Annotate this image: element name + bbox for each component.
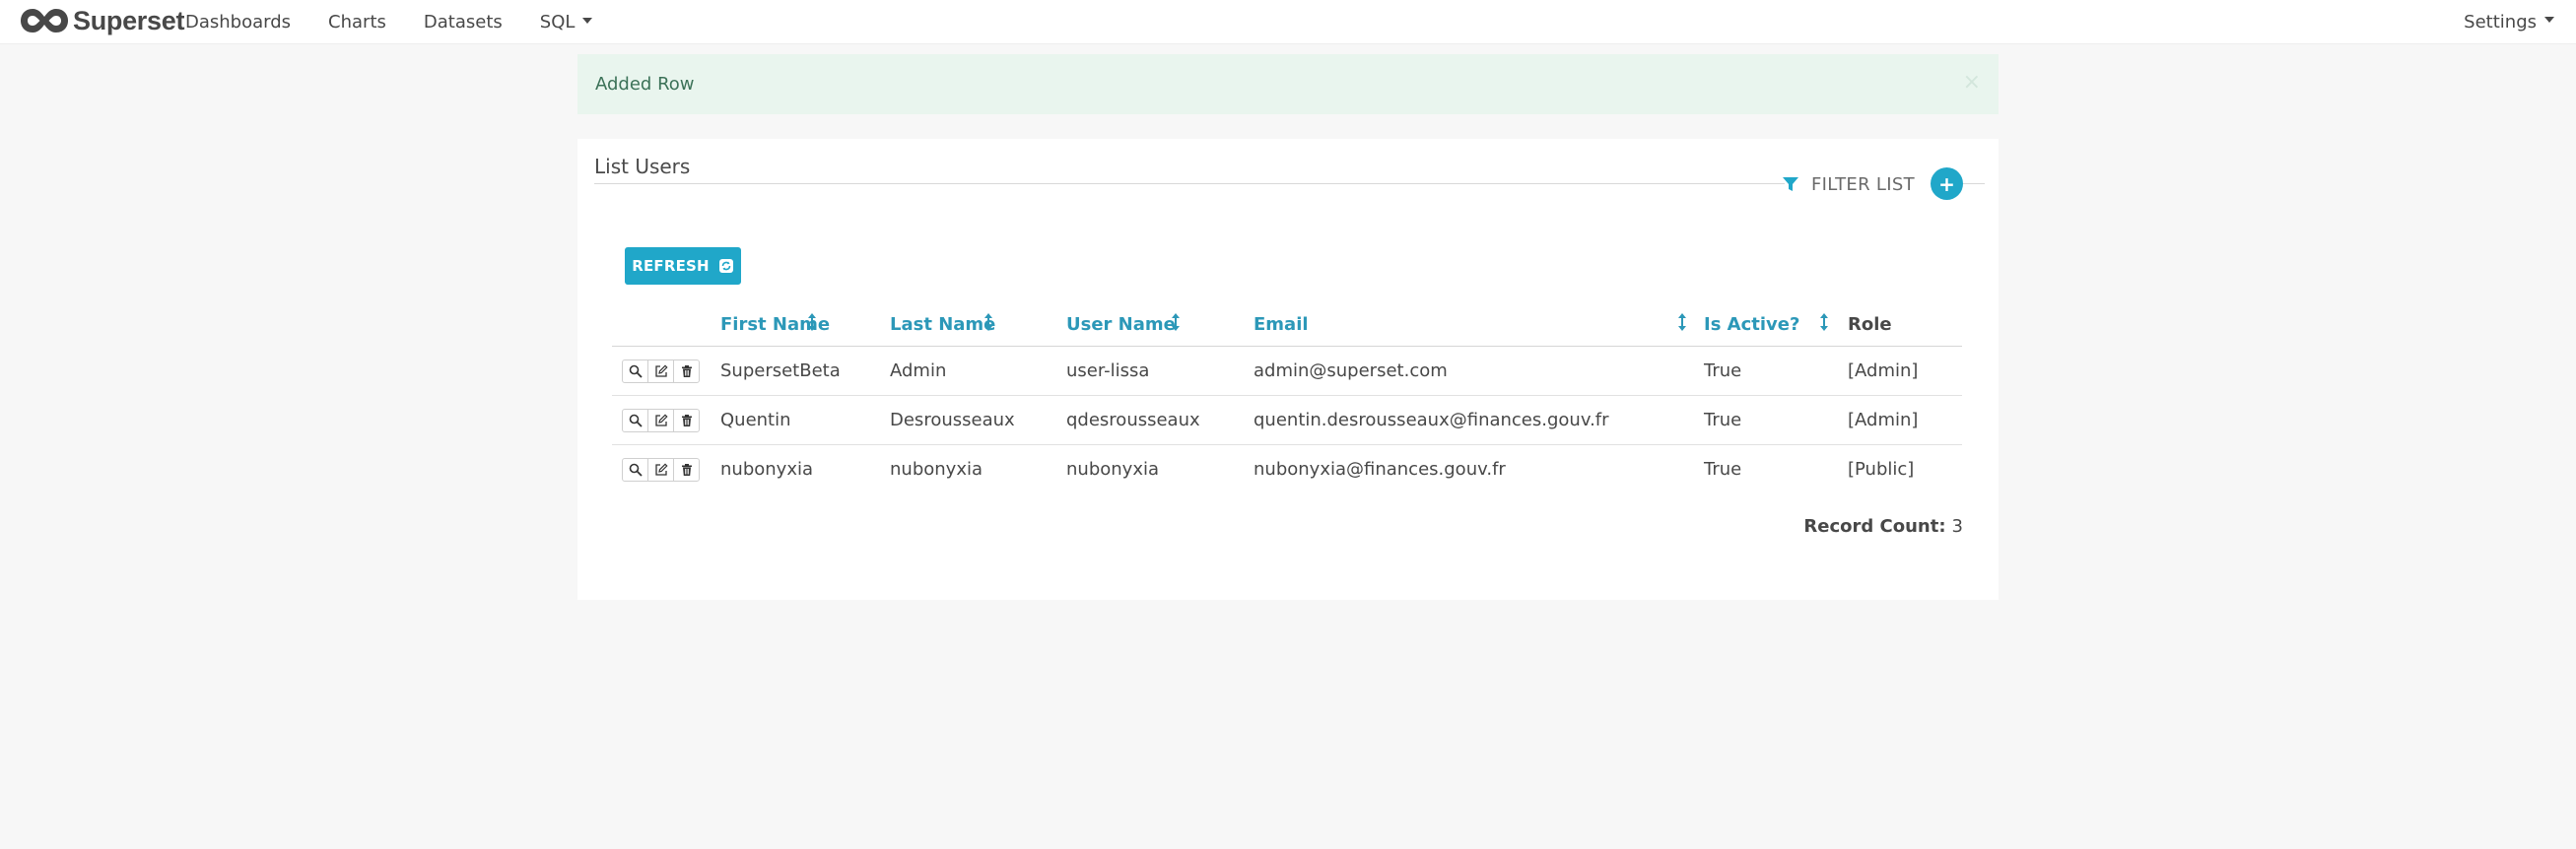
nav-sql-label: SQL — [539, 11, 576, 33]
caret-down-icon — [2544, 17, 2554, 23]
table-header-row: First Name Last Name User Name Email Is … — [612, 302, 1962, 347]
cell-role: [Admin] — [1848, 360, 1919, 381]
title-divider-end — [1963, 183, 1985, 184]
cell-first-name: nubonyxia — [720, 459, 813, 480]
column-header-email[interactable]: Email — [1254, 302, 1309, 346]
title-divider — [594, 183, 1785, 184]
brand-name: Superset — [73, 5, 185, 35]
column-header-last-name[interactable]: Last Name — [890, 302, 995, 346]
delete-record-button[interactable] — [673, 409, 700, 432]
delete-record-button[interactable] — [673, 359, 700, 383]
sort-icon[interactable] — [1819, 312, 1829, 332]
table-row: nubonyxia nubonyxia nubonyxia nubonyxia@… — [612, 445, 1962, 493]
edit-icon — [654, 463, 668, 476]
cell-is-active: True — [1704, 410, 1742, 430]
brand-link[interactable]: Superset — [19, 5, 184, 36]
trash-icon — [681, 464, 692, 476]
record-count-label: Record Count: — [1803, 516, 1946, 537]
sort-icon[interactable] — [983, 312, 993, 332]
nav-charts[interactable]: Charts — [328, 12, 386, 33]
row-actions — [622, 409, 700, 432]
row-actions — [622, 458, 700, 482]
show-record-button[interactable] — [622, 359, 648, 383]
close-icon[interactable]: × — [1963, 72, 1981, 94]
cell-email: admin@superset.com — [1254, 360, 1448, 381]
delete-record-button[interactable] — [673, 458, 700, 482]
nav-dashboards[interactable]: Dashboards — [185, 12, 291, 33]
table-row: Quentin Desrousseaux qdesrousseaux quent… — [612, 396, 1962, 445]
flash-message: Added Row — [595, 74, 695, 95]
add-user-button[interactable]: + — [1931, 167, 1963, 200]
cell-first-name: SupersetBeta — [720, 360, 841, 381]
trash-icon — [681, 365, 692, 377]
main-nav: Dashboards Charts Datasets SQL — [185, 0, 630, 43]
page-title: List Users — [594, 155, 691, 178]
users-table: First Name Last Name User Name Email Is … — [612, 302, 1962, 493]
cell-user-name: user-lissa — [1066, 360, 1150, 381]
top-navbar: Superset Dashboards Charts Datasets SQL … — [0, 0, 2576, 44]
caret-down-icon — [582, 17, 593, 24]
settings-dropdown[interactable]: Settings — [2464, 0, 2554, 43]
cell-email: nubonyxia@finances.gouv.fr — [1254, 459, 1506, 480]
cell-last-name: Desrousseaux — [890, 410, 1015, 430]
refresh-button[interactable]: REFRESH — [625, 247, 741, 285]
settings-label: Settings — [2464, 11, 2537, 33]
search-icon — [629, 414, 643, 427]
cell-user-name: nubonyxia — [1066, 459, 1159, 480]
filter-list-button[interactable]: FILTER LIST — [1782, 171, 1915, 197]
filter-icon — [1783, 177, 1798, 191]
cell-is-active: True — [1704, 459, 1742, 480]
cell-first-name: Quentin — [720, 410, 791, 430]
filter-list-label: FILTER LIST — [1811, 173, 1915, 195]
refresh-icon — [718, 259, 733, 273]
cell-email: quentin.desrousseaux@finances.gouv.fr — [1254, 410, 1609, 430]
edit-record-button[interactable] — [647, 458, 674, 482]
trash-icon — [681, 415, 692, 426]
record-count: Record Count: 3 — [1803, 516, 1963, 537]
cell-role: [Admin] — [1848, 410, 1919, 430]
column-header-user-name[interactable]: User Name — [1066, 302, 1176, 346]
table-row: SupersetBeta Admin user-lissa admin@supe… — [612, 347, 1962, 396]
edit-icon — [654, 414, 668, 426]
show-record-button[interactable] — [622, 409, 648, 432]
sort-icon[interactable] — [807, 312, 817, 332]
superset-logo-icon — [21, 9, 68, 33]
search-icon — [629, 364, 643, 378]
sort-icon[interactable] — [1171, 312, 1181, 332]
column-header-is-active[interactable]: Is Active? — [1704, 302, 1799, 346]
cell-last-name: Admin — [890, 360, 947, 381]
edit-record-button[interactable] — [647, 359, 674, 383]
show-record-button[interactable] — [622, 458, 648, 482]
cell-role: [Public] — [1848, 459, 1915, 480]
search-icon — [629, 463, 643, 477]
flash-success-alert: Added Row × — [577, 54, 1999, 114]
edit-icon — [654, 364, 668, 377]
cell-is-active: True — [1704, 360, 1742, 381]
cell-last-name: nubonyxia — [890, 459, 983, 480]
refresh-label: REFRESH — [632, 257, 710, 275]
edit-record-button[interactable] — [647, 409, 674, 432]
sort-icon[interactable] — [1677, 312, 1687, 332]
cell-user-name: qdesrousseaux — [1066, 410, 1200, 430]
list-users-panel: List Users FILTER LIST + REFRESH First N… — [577, 139, 1999, 600]
row-actions — [622, 359, 700, 383]
column-header-role: Role — [1848, 313, 1892, 335]
nav-datasets[interactable]: Datasets — [424, 12, 503, 33]
record-count-value: 3 — [1951, 516, 1963, 537]
nav-sql-dropdown[interactable]: SQL — [540, 12, 593, 33]
